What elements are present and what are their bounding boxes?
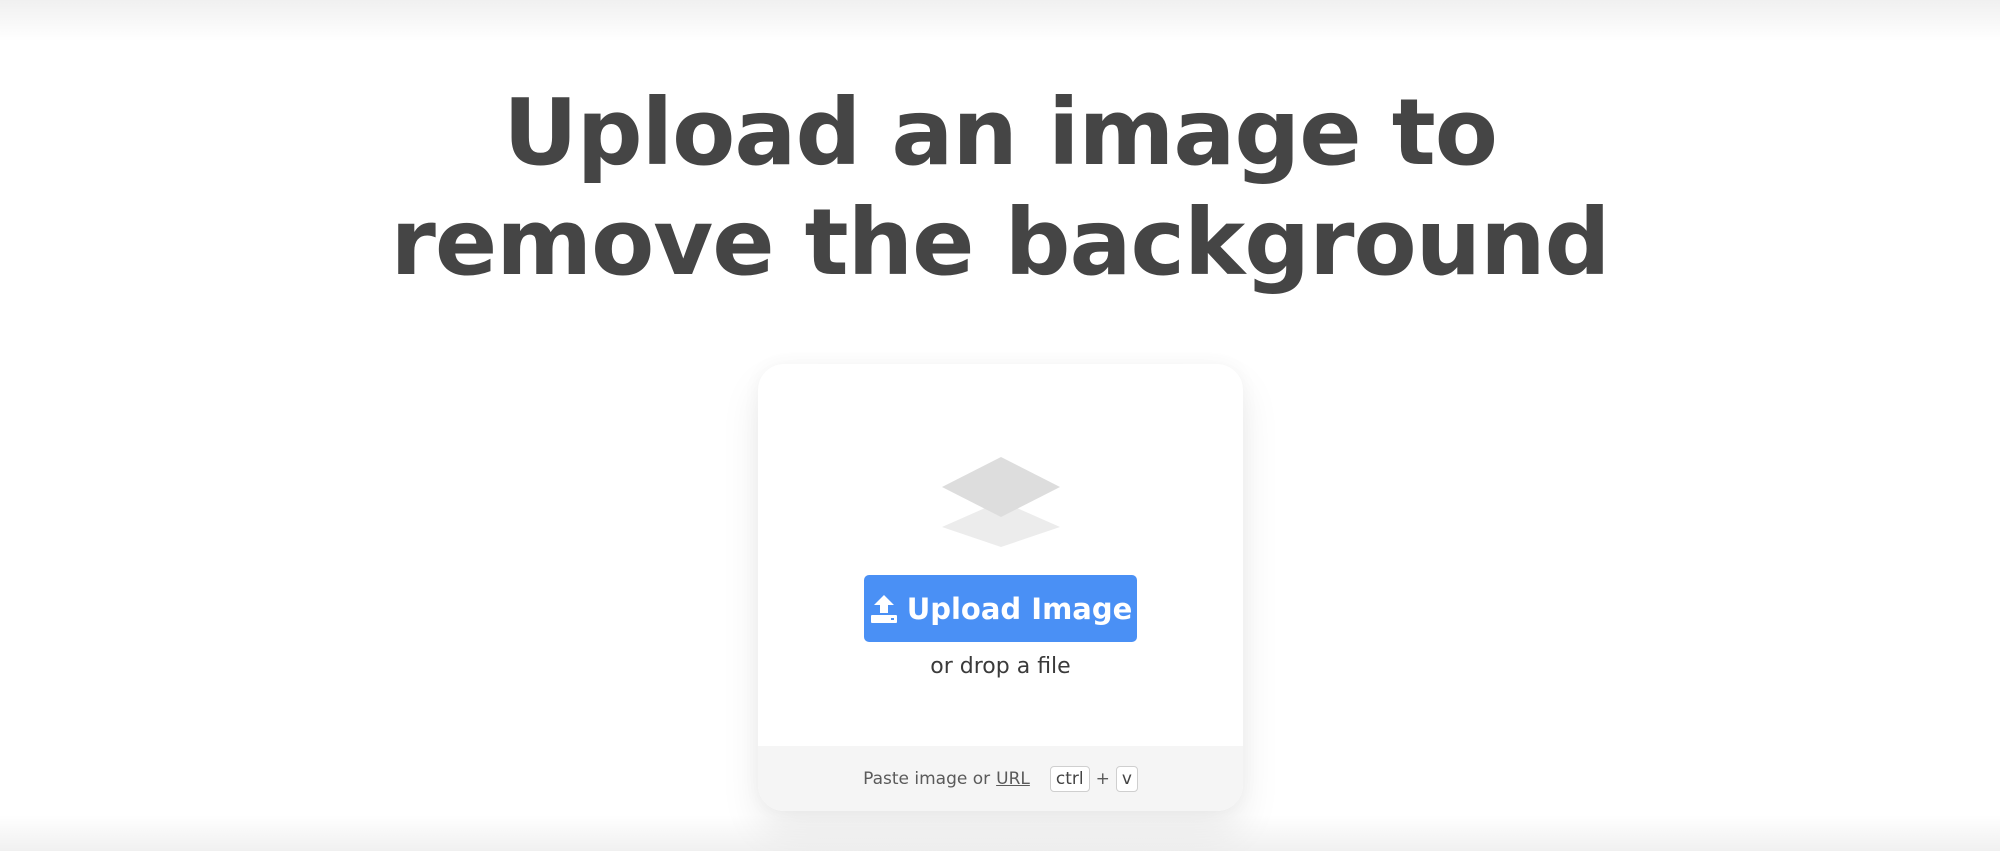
page: Upload an image to remove the background… <box>0 0 2000 851</box>
upload-image-button-label: Upload Image <box>906 591 1133 626</box>
shortcut-plus: + <box>1095 768 1110 789</box>
upload-icon <box>870 594 897 623</box>
header-shadow <box>0 0 2000 42</box>
page-title-line-2: remove the background <box>390 189 1610 296</box>
paste-text: Paste image or <box>863 768 991 789</box>
ctrl-key: ctrl <box>1049 765 1090 792</box>
paste-shortcut: ctrl + v <box>1049 765 1138 792</box>
drop-zone[interactable]: Upload Image or drop a file <box>758 364 1243 746</box>
paste-footer: Paste image or URL ctrl + v <box>758 746 1243 811</box>
page-title: Upload an image to remove the background <box>0 78 2000 298</box>
layers-icon <box>942 457 1060 547</box>
upload-image-button[interactable]: Upload Image <box>864 575 1137 642</box>
upload-card[interactable]: Upload Image or drop a file Paste image … <box>758 364 1243 811</box>
url-link[interactable]: URL <box>996 769 1030 789</box>
page-title-line-1: Upload an image to <box>503 79 1498 186</box>
v-key: v <box>1115 765 1138 792</box>
footer-shadow <box>0 815 2000 851</box>
drop-file-text: or drop a file <box>930 654 1071 679</box>
